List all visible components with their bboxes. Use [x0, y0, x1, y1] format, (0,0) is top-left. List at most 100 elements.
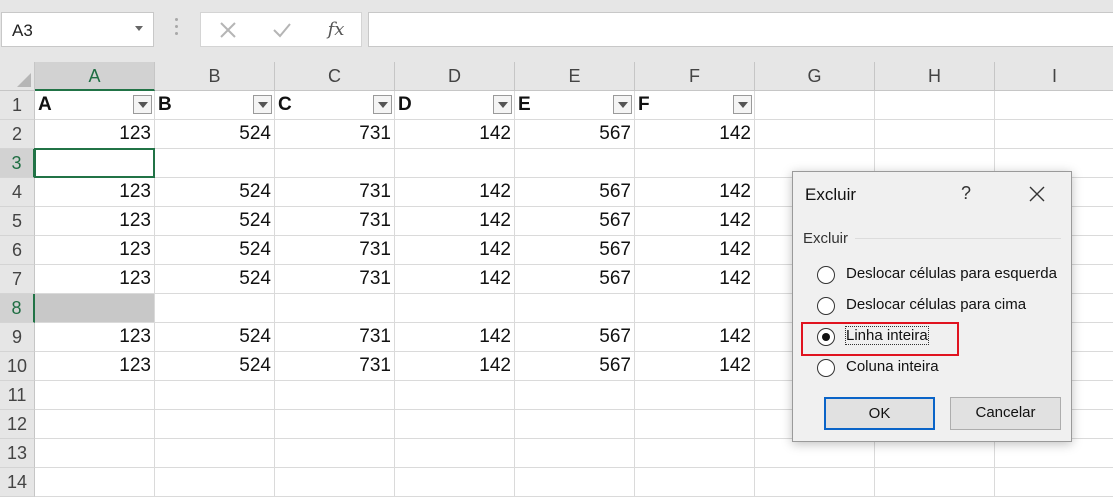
table-cell[interactable]: 524 — [155, 265, 275, 294]
empty-cell[interactable] — [395, 381, 515, 410]
table-cell[interactable]: 142 — [635, 120, 755, 149]
table-cell[interactable]: 567 — [515, 323, 635, 352]
table-cell[interactable]: 524 — [155, 207, 275, 236]
row-header[interactable]: 12 — [0, 410, 35, 439]
empty-cell[interactable] — [635, 149, 755, 178]
column-header[interactable]: H — [875, 62, 995, 91]
empty-cell[interactable] — [515, 468, 635, 497]
empty-cell[interactable] — [635, 439, 755, 468]
table-cell[interactable]: 567 — [515, 265, 635, 294]
row-header[interactable]: 1 — [0, 91, 35, 120]
table-cell[interactable]: 142 — [395, 236, 515, 265]
table-cell[interactable]: 142 — [635, 265, 755, 294]
empty-cell[interactable] — [155, 468, 275, 497]
empty-cell[interactable] — [35, 439, 155, 468]
table-cell[interactable]: 142 — [635, 207, 755, 236]
empty-cell[interactable] — [275, 149, 395, 178]
empty-cell[interactable] — [275, 381, 395, 410]
empty-cell[interactable] — [635, 410, 755, 439]
row-header[interactable]: 8 — [0, 294, 35, 323]
empty-cell[interactable] — [755, 91, 875, 120]
table-cell[interactable]: 567 — [515, 352, 635, 381]
empty-cell[interactable] — [635, 294, 755, 323]
table-cell[interactable]: 731 — [275, 323, 395, 352]
insert-function-icon[interactable]: fx — [321, 17, 351, 43]
empty-cell[interactable] — [395, 468, 515, 497]
table-cell[interactable]: 731 — [275, 178, 395, 207]
empty-cell[interactable] — [275, 439, 395, 468]
row-header[interactable]: 9 — [0, 323, 35, 352]
table-cell[interactable]: 731 — [275, 352, 395, 381]
table-header-cell[interactable]: D — [395, 91, 515, 120]
empty-cell[interactable] — [275, 294, 395, 323]
empty-cell[interactable] — [995, 468, 1113, 497]
filter-dropdown-icon[interactable] — [613, 95, 632, 114]
empty-cell[interactable] — [155, 410, 275, 439]
table-cell[interactable]: 123 — [35, 207, 155, 236]
empty-cell[interactable] — [515, 149, 635, 178]
empty-cell[interactable] — [755, 468, 875, 497]
column-header[interactable]: E — [515, 62, 635, 91]
column-header[interactable]: D — [395, 62, 515, 91]
row-header[interactable]: 4 — [0, 178, 35, 207]
empty-cell[interactable] — [515, 294, 635, 323]
table-cell[interactable]: 142 — [395, 207, 515, 236]
column-header[interactable]: B — [155, 62, 275, 91]
empty-cell[interactable] — [155, 381, 275, 410]
table-cell[interactable]: 142 — [395, 352, 515, 381]
empty-cell[interactable] — [155, 439, 275, 468]
filter-dropdown-icon[interactable] — [733, 95, 752, 114]
empty-cell[interactable] — [875, 439, 995, 468]
empty-cell[interactable] — [515, 381, 635, 410]
column-header[interactable]: I — [995, 62, 1113, 91]
table-header-cell[interactable]: A — [35, 91, 155, 120]
empty-cell[interactable] — [35, 381, 155, 410]
table-cell[interactable]: 123 — [35, 352, 155, 381]
radio-shift-left[interactable] — [817, 266, 835, 284]
table-cell[interactable]: 142 — [395, 323, 515, 352]
empty-cell[interactable] — [395, 410, 515, 439]
row-header[interactable]: 5 — [0, 207, 35, 236]
column-header[interactable]: A — [35, 62, 155, 91]
column-header[interactable]: F — [635, 62, 755, 91]
empty-cell[interactable] — [515, 439, 635, 468]
row-header[interactable]: 13 — [0, 439, 35, 468]
table-cell[interactable]: 142 — [635, 352, 755, 381]
empty-cell[interactable] — [755, 120, 875, 149]
row-header[interactable]: 11 — [0, 381, 35, 410]
empty-cell[interactable] — [35, 410, 155, 439]
empty-cell[interactable] — [275, 410, 395, 439]
empty-cell[interactable] — [155, 294, 275, 323]
table-cell[interactable]: 123 — [35, 323, 155, 352]
row-header[interactable]: 2 — [0, 120, 35, 149]
table-cell[interactable]: 524 — [155, 323, 275, 352]
table-cell[interactable]: 142 — [395, 265, 515, 294]
close-icon[interactable] — [1027, 184, 1047, 204]
table-header-cell[interactable]: E — [515, 91, 635, 120]
table-header-cell[interactable]: C — [275, 91, 395, 120]
row-header[interactable]: 14 — [0, 468, 35, 497]
drag-handle-icon[interactable] — [175, 18, 178, 40]
empty-cell[interactable] — [995, 91, 1113, 120]
row-header[interactable]: 10 — [0, 352, 35, 381]
empty-cell[interactable] — [635, 381, 755, 410]
empty-cell[interactable] — [35, 294, 155, 323]
table-cell[interactable]: 142 — [635, 236, 755, 265]
filter-dropdown-icon[interactable] — [253, 95, 272, 114]
name-box[interactable]: A3 — [1, 12, 154, 47]
table-cell[interactable]: 524 — [155, 120, 275, 149]
filter-dropdown-icon[interactable] — [493, 95, 512, 114]
radio-shift-up[interactable] — [817, 297, 835, 315]
empty-cell[interactable] — [35, 468, 155, 497]
empty-cell[interactable] — [395, 149, 515, 178]
table-cell[interactable]: 123 — [35, 178, 155, 207]
empty-cell[interactable] — [995, 439, 1113, 468]
table-cell[interactable]: 142 — [395, 120, 515, 149]
table-cell[interactable]: 123 — [35, 236, 155, 265]
empty-cell[interactable] — [635, 468, 755, 497]
table-cell[interactable]: 567 — [515, 120, 635, 149]
table-header-cell[interactable]: F — [635, 91, 755, 120]
empty-cell[interactable] — [875, 91, 995, 120]
table-cell[interactable]: 123 — [35, 265, 155, 294]
filter-dropdown-icon[interactable] — [133, 95, 152, 114]
